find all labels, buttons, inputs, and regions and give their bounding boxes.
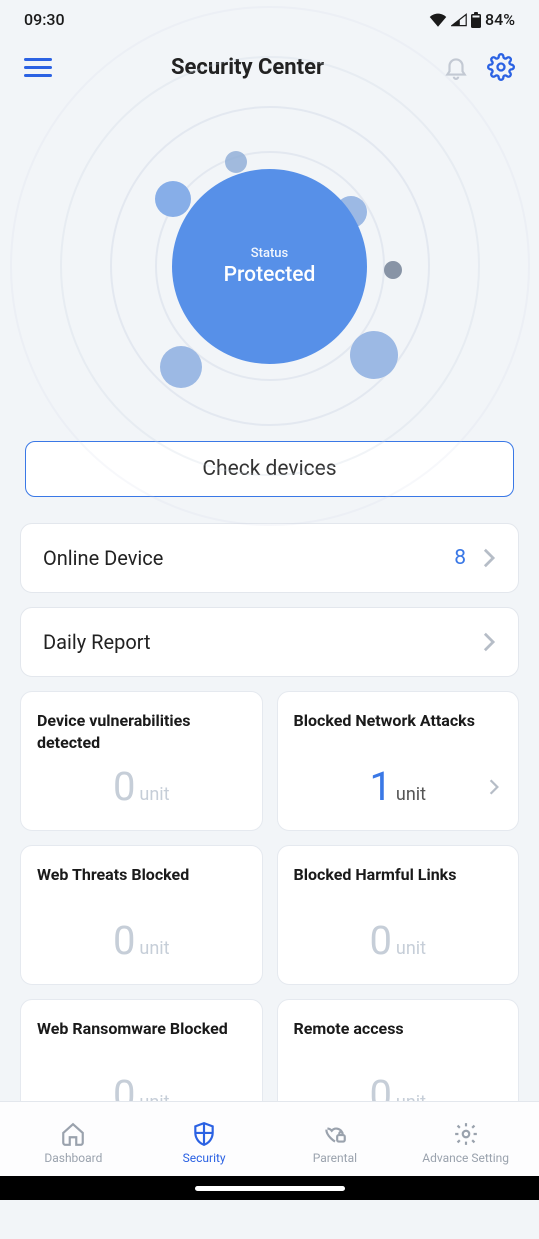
signal-icon bbox=[451, 13, 467, 27]
nav-label: Parental bbox=[313, 1151, 357, 1165]
stat-unit: unit bbox=[139, 938, 169, 959]
stat-card[interactable]: Blocked Network Attacks 1unit bbox=[277, 691, 520, 831]
stat-unit: unit bbox=[396, 938, 426, 959]
status-circle: Status Protected bbox=[172, 169, 367, 364]
nav-security[interactable]: Security bbox=[139, 1121, 270, 1165]
bottom-nav: Dashboard Security Parental Advance Sett… bbox=[0, 1101, 539, 1176]
shield-icon bbox=[191, 1121, 217, 1147]
stat-unit: unit bbox=[139, 784, 169, 805]
stat-value: 0 bbox=[113, 763, 135, 810]
nav-dashboard[interactable]: Dashboard bbox=[8, 1121, 139, 1165]
status-hero: Status Protected bbox=[0, 91, 539, 441]
chevron-right-icon bbox=[482, 547, 496, 569]
stat-card: Web Threats Blocked 0unit bbox=[20, 845, 263, 985]
online-device-count: 8 bbox=[454, 546, 466, 570]
home-icon bbox=[60, 1121, 86, 1147]
stat-value: 1 bbox=[369, 763, 391, 810]
wifi-icon bbox=[429, 13, 447, 27]
heart-lock-icon bbox=[322, 1121, 348, 1147]
gear-icon bbox=[453, 1121, 479, 1147]
chevron-right-icon bbox=[482, 631, 496, 653]
row-label: Daily Report bbox=[43, 630, 151, 654]
android-nav-bar bbox=[0, 1176, 539, 1200]
chevron-right-icon bbox=[488, 778, 500, 796]
nav-parental[interactable]: Parental bbox=[270, 1121, 401, 1165]
stat-card: Blocked Harmful Links 0unit bbox=[277, 845, 520, 985]
stats-grid: Device vulnerabilities detected0unitBloc… bbox=[20, 691, 519, 1139]
nav-label: Security bbox=[183, 1151, 226, 1165]
online-device-row[interactable]: Online Device 8 bbox=[20, 523, 519, 593]
nav-label: Advance Setting bbox=[422, 1151, 509, 1165]
orbit-dot bbox=[225, 151, 247, 173]
battery-icon bbox=[471, 12, 481, 28]
orbit-dot bbox=[384, 261, 402, 279]
clock: 09:30 bbox=[24, 10, 65, 29]
settings-icon[interactable] bbox=[487, 53, 515, 81]
orbit-dot bbox=[155, 181, 191, 217]
orbit-dot bbox=[160, 346, 202, 388]
stat-title: Blocked Network Attacks bbox=[294, 710, 503, 732]
status-label: Status bbox=[251, 246, 288, 261]
status-indicators: 84% bbox=[429, 10, 515, 29]
nav-advance-setting[interactable]: Advance Setting bbox=[400, 1121, 531, 1165]
row-label: Online Device bbox=[43, 546, 163, 570]
battery-percent: 84% bbox=[485, 10, 515, 29]
stat-title: Remote access bbox=[294, 1018, 503, 1040]
orbit-dot bbox=[350, 331, 398, 379]
stat-title: Web Threats Blocked bbox=[37, 864, 246, 886]
stat-title: Device vulnerabilities detected bbox=[37, 710, 246, 753]
stat-title: Blocked Harmful Links bbox=[294, 864, 503, 886]
stat-unit: unit bbox=[396, 784, 426, 805]
nav-label: Dashboard bbox=[44, 1151, 102, 1165]
daily-report-row[interactable]: Daily Report bbox=[20, 607, 519, 677]
stat-title: Web Ransomware Blocked bbox=[37, 1018, 246, 1040]
menu-button[interactable] bbox=[24, 58, 52, 77]
stat-value: 0 bbox=[113, 917, 135, 964]
status-value: Protected bbox=[224, 263, 316, 287]
stat-value: 0 bbox=[369, 917, 391, 964]
stat-card: Device vulnerabilities detected 0unit bbox=[20, 691, 263, 831]
